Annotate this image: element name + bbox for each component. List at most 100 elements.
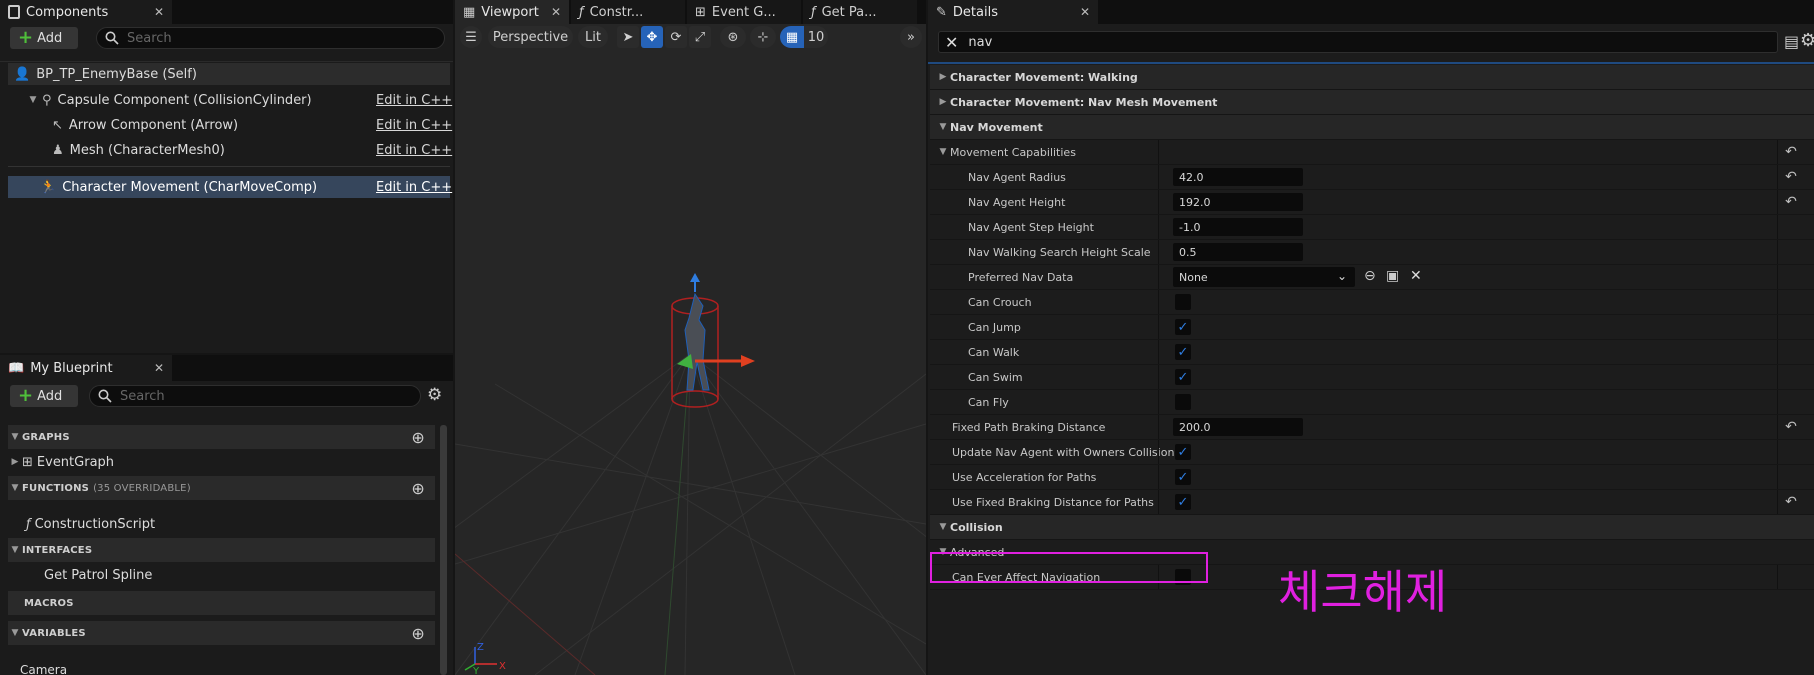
add-circle-icon[interactable]: ⊕ (411, 624, 425, 643)
tab-get-patrol[interactable]: ƒ Get Pa... (803, 0, 917, 24)
use-fixed-braking-checkbox[interactable]: ✓ (1175, 494, 1191, 510)
component-capsule[interactable]: ▼ ⚲ Capsule Component (CollisionCylinder… (8, 89, 453, 111)
grid-snap-button[interactable]: ▦ (780, 26, 804, 48)
chevron-right-icon[interactable]: ▶ (8, 457, 22, 467)
close-icon[interactable]: ✕ (154, 361, 164, 375)
add-label: Add (37, 388, 63, 404)
category-navmesh[interactable]: ▶ Character Movement: Nav Mesh Movement (930, 90, 1814, 115)
update-nav-agent-checkbox[interactable]: ✓ (1175, 444, 1191, 460)
grid-size-label: 10 (807, 29, 825, 45)
my-blueprint-search-input[interactable] (118, 387, 380, 405)
chevron-down-icon[interactable]: ▼ (936, 122, 950, 132)
reset-icon[interactable]: ↶ (1782, 418, 1800, 436)
close-icon[interactable]: ✕ (154, 5, 164, 19)
add-blueprint-item-button[interactable]: + Add (10, 385, 78, 407)
reset-icon[interactable]: ↶ (1782, 493, 1800, 511)
nav-walking-search-input[interactable]: 0.5 (1173, 243, 1303, 261)
category-collision[interactable]: ▼ Collision (930, 515, 1814, 540)
can-swim-checkbox[interactable]: ✓ (1175, 369, 1191, 385)
grid-size-button[interactable]: 10 (804, 26, 828, 48)
chevron-down-icon[interactable]: ▼ (936, 522, 950, 532)
gear-icon[interactable]: ⚙ (427, 385, 442, 405)
nav-agent-height-input[interactable]: 192.0 (1173, 193, 1303, 211)
interface-item[interactable]: Get Patrol Spline (8, 564, 435, 586)
edit-in-cpp-link[interactable]: Edit in C++ (376, 118, 452, 133)
perspective-button[interactable]: Perspective (488, 26, 573, 48)
tab-construction[interactable]: ƒ Constr... (571, 0, 685, 24)
tab-components[interactable]: Components ✕ (0, 0, 172, 24)
viewport-more-button[interactable]: » (900, 26, 922, 48)
component-charmove[interactable]: 🏃 Character Movement (CharMoveComp) Edit… (8, 176, 452, 198)
reset-icon[interactable]: ↶ (1782, 168, 1800, 186)
section-functions-label: FUNCTIONS (22, 482, 90, 494)
viewport-scene[interactable]: Z X Y (455, 24, 926, 675)
components-search-input[interactable] (125, 29, 401, 47)
use-acceleration-checkbox[interactable]: ✓ (1175, 469, 1191, 485)
row-movement-capabilities[interactable]: ▼ Movement Capabilities ↶ (930, 140, 1814, 165)
my-blueprint-tabbar: 📖 My Blueprint ✕ (0, 355, 453, 381)
lit-button[interactable]: Lit (578, 26, 608, 48)
section-macros[interactable]: MACROS (8, 591, 435, 615)
component-arrow[interactable]: ↖ Arrow Component (Arrow) Edit in C++ (8, 114, 452, 136)
gear-icon[interactable]: ⚙ (1800, 30, 1814, 51)
move-tool-button[interactable]: ✥ (641, 26, 663, 48)
details-search-input[interactable] (966, 33, 1725, 51)
chevron-down-icon[interactable]: ▼ (936, 147, 950, 157)
reset-icon[interactable]: ↶ (1782, 193, 1800, 211)
table-icon[interactable]: ▤ (1784, 32, 1799, 51)
add-component-button[interactable]: + Add (10, 27, 78, 49)
my-blueprint-panel: 📖 My Blueprint ✕ + Add ⚙ ▼ GRAPHS ⊕ ▶ ⊞ … (0, 355, 453, 675)
nav-agent-radius-input[interactable]: 42.0 (1173, 168, 1303, 186)
tab-details[interactable]: ✎ Details ✕ (928, 0, 1098, 24)
component-root[interactable]: 👤 BP_TP_EnemyBase (Self) (8, 63, 450, 85)
edit-in-cpp-link[interactable]: Edit in C++ (376, 180, 452, 195)
close-icon[interactable]: ✕ (1080, 5, 1090, 19)
can-jump-checkbox[interactable]: ✓ (1175, 319, 1191, 335)
category-walking[interactable]: ▶ Character Movement: Walking (930, 65, 1814, 90)
clear-search-icon[interactable]: ✕ (945, 33, 958, 52)
can-walk-checkbox[interactable]: ✓ (1175, 344, 1191, 360)
preferred-nav-data-select[interactable]: None ⌄ (1173, 267, 1355, 287)
section-variables[interactable]: ▼ VARIABLES ⊕ (8, 621, 435, 645)
edit-in-cpp-link[interactable]: Edit in C++ (376, 143, 452, 158)
chevron-down-icon[interactable]: ▼ (26, 95, 40, 105)
nav-agent-step-height-input[interactable]: -1.0 (1173, 218, 1303, 236)
tab-event-graph[interactable]: ⊞ Event G... (687, 0, 801, 24)
browse-icon[interactable]: ⊖ (1364, 268, 1376, 284)
graph-item[interactable]: ▶ ⊞ EventGraph (8, 451, 435, 473)
add-circle-icon[interactable]: ⊕ (411, 428, 425, 447)
scale-tool-button[interactable]: ⤢ (689, 26, 711, 48)
section-graphs[interactable]: ▼ GRAPHS ⊕ (8, 425, 435, 449)
clear-icon[interactable]: ✕ (1410, 268, 1422, 284)
rotate-tool-button[interactable]: ⟳ (665, 26, 687, 48)
category-nav-movement[interactable]: ▼ Nav Movement (930, 115, 1814, 140)
component-mesh[interactable]: ♟ Mesh (CharacterMesh0) Edit in C++ (8, 139, 452, 161)
fixed-braking-distance-input[interactable]: 200.0 (1173, 418, 1303, 436)
details-search[interactable]: ✕ (938, 31, 1778, 53)
function-item[interactable]: ƒ ConstructionScript (8, 513, 435, 535)
viewport-menu-button[interactable]: ☰ (460, 26, 482, 48)
world-local-button[interactable]: ⊛ (720, 26, 746, 48)
tab-my-blueprint[interactable]: 📖 My Blueprint ✕ (0, 355, 172, 381)
components-search[interactable] (96, 27, 445, 49)
section-interfaces[interactable]: ▼ INTERFACES (8, 538, 435, 562)
close-icon[interactable]: ✕ (551, 5, 561, 19)
section-functions[interactable]: ▼ FUNCTIONS (35 OVERRIDABLE) ⊕ (8, 476, 435, 500)
edit-in-cpp-link[interactable]: Edit in C++ (376, 93, 452, 108)
folder-icon[interactable]: ▣ (1386, 268, 1399, 284)
can-fly-checkbox[interactable] (1175, 394, 1191, 410)
variable-item[interactable]: Camera (20, 663, 440, 675)
can-crouch-checkbox[interactable] (1175, 294, 1191, 310)
my-blueprint-search[interactable] (89, 385, 421, 407)
reset-icon[interactable]: ↶ (1782, 143, 1800, 161)
scrollbar[interactable] (440, 425, 447, 675)
add-circle-icon[interactable]: ⊕ (411, 479, 425, 498)
chevron-right-icon[interactable]: ▶ (936, 97, 950, 107)
tab-viewport[interactable]: ▦ Viewport ✕ (455, 0, 569, 24)
component-charmove-label: Character Movement (CharMoveComp) (62, 179, 318, 195)
grid-icon: ▦ (785, 29, 799, 45)
chevron-right-icon[interactable]: ▶ (936, 72, 950, 82)
surface-snap-button[interactable]: ⊹ (750, 26, 776, 48)
select-tool-button[interactable]: ➤ (617, 26, 639, 48)
row-preferred-nav-data: Preferred Nav Data None ⌄ ⊖ ▣ ✕ (930, 265, 1814, 290)
